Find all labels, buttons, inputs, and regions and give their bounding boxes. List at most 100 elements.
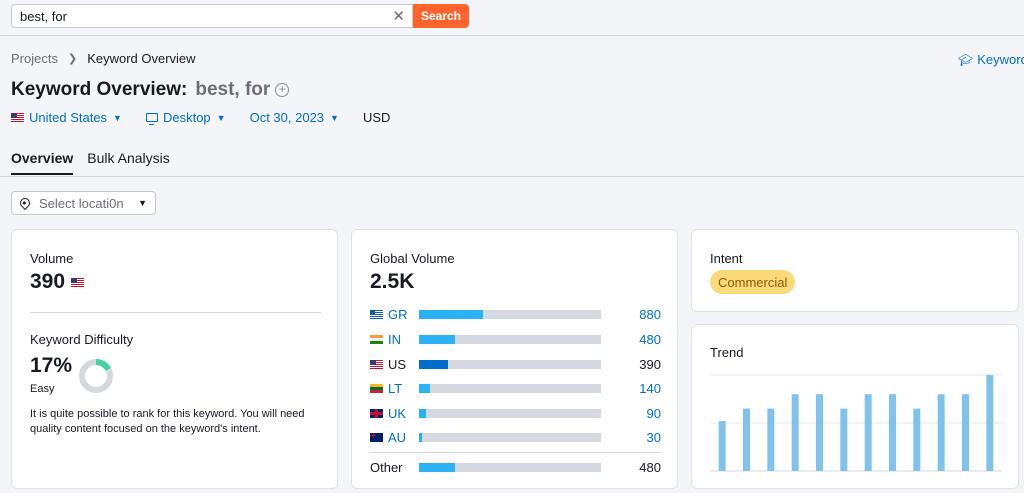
chevron-down-icon: ▼ xyxy=(216,112,226,123)
currency-label: USD xyxy=(362,110,391,125)
greece-flag-icon xyxy=(370,309,383,319)
chevron-down-icon: ▼ xyxy=(330,112,339,123)
page-title: Keyword Overview: best, for + xyxy=(11,79,290,101)
trend-bar[interactable] xyxy=(767,408,775,471)
country-bar-track xyxy=(419,408,601,418)
country-bar-track xyxy=(419,432,601,442)
trend-bar[interactable] xyxy=(864,394,872,471)
tab-overview[interactable]: Overview xyxy=(11,150,74,175)
kd-level: Easy xyxy=(30,383,55,395)
us-flag-icon xyxy=(370,359,383,369)
other-divider xyxy=(370,452,661,453)
country-bar-fill xyxy=(419,408,427,418)
country-bar-track xyxy=(419,383,601,393)
trend-card: Trend xyxy=(691,324,1019,489)
country-bar-track xyxy=(419,334,601,344)
academy-link-label: Keyword xyxy=(977,52,1024,67)
tabs-divider xyxy=(0,176,1024,177)
country-row-in: IN 480 xyxy=(370,331,661,347)
country-dropdown-label: United States xyxy=(29,110,108,125)
country-code[interactable]: IN xyxy=(388,332,418,347)
trend-bar[interactable] xyxy=(986,375,994,471)
country-bar-fill xyxy=(419,334,456,344)
country-bar-track xyxy=(419,309,601,319)
trend-chart xyxy=(710,374,1002,472)
breadcrumb-current: Keyword Overview xyxy=(87,51,196,66)
trend-bar[interactable] xyxy=(962,394,969,471)
page-title-label: Keyword Overview: xyxy=(11,79,188,100)
breadcrumb-projects[interactable]: Projects xyxy=(11,51,58,66)
country-volume[interactable]: 90 xyxy=(647,406,661,421)
country-code[interactable]: GR xyxy=(388,307,418,322)
trend-bar[interactable] xyxy=(791,394,799,471)
chevron-right-icon: ❯ xyxy=(67,53,78,65)
trend-bar[interactable] xyxy=(913,408,921,471)
country-volume: 390 xyxy=(639,356,661,372)
other-volume: 480 xyxy=(639,459,661,475)
australia-flag-icon xyxy=(370,432,383,442)
trend-bar[interactable] xyxy=(840,408,848,471)
date-dropdown[interactable]: Oct 30, 2023 ▼ xyxy=(250,110,339,125)
intent-badge: Commercial xyxy=(710,270,796,294)
india-flag-icon xyxy=(370,334,383,344)
uk-flag-icon xyxy=(370,408,383,418)
page-title-keyword: best, for xyxy=(195,79,271,100)
country-code[interactable]: LT xyxy=(388,381,418,396)
tab-bulk-analysis[interactable]: Bulk Analysis xyxy=(87,150,169,175)
trend-bar[interactable] xyxy=(718,421,726,471)
country-volume[interactable]: 30 xyxy=(647,430,661,445)
location-select[interactable]: Select locati0n ▼ xyxy=(11,191,156,215)
kd-description: It is quite possible to rank for this ke… xyxy=(30,408,305,435)
search-button[interactable]: Search xyxy=(413,4,469,28)
country-code[interactable]: AU xyxy=(388,430,418,445)
trend-label: Trend xyxy=(710,345,744,360)
add-to-list-icon[interactable]: + xyxy=(275,83,290,97)
country-row-uk: UK 90 xyxy=(370,405,661,421)
country-bar-fill xyxy=(419,432,422,442)
kd-donut-chart xyxy=(79,359,113,393)
country-bar-track xyxy=(419,359,601,369)
search-input[interactable] xyxy=(20,8,380,24)
volume-divider xyxy=(30,312,321,313)
volume-card: Volume 390 Keyword Difficulty 17% Easy I… xyxy=(11,229,338,489)
us-flag-icon xyxy=(71,277,85,287)
global-volume-label: Global Volume xyxy=(370,251,455,266)
global-volume-value: 2.5K xyxy=(370,270,415,293)
volume-label: Volume xyxy=(30,251,74,266)
country-volume[interactable]: 480 xyxy=(639,332,661,347)
us-flag-icon xyxy=(11,113,24,122)
academy-link[interactable]: 🎓︎ Keyword xyxy=(958,52,1024,67)
country-bar-fill xyxy=(419,309,483,319)
desktop-icon xyxy=(145,113,158,125)
search-input-wrap: ✕ xyxy=(11,4,413,28)
country-row-gr: GR 880 xyxy=(370,306,661,322)
country-bar-track xyxy=(419,462,601,472)
close-icon[interactable]: ✕ xyxy=(392,7,405,25)
device-dropdown[interactable]: Desktop ▼ xyxy=(145,110,226,125)
intent-card: Intent Commercial xyxy=(691,229,1019,312)
location-select-placeholder: Select locati0n xyxy=(39,195,124,211)
kd-label: Keyword Difficulty xyxy=(30,332,134,347)
country-volume[interactable]: 140 xyxy=(639,381,661,396)
date-dropdown-label: Oct 30, 2023 xyxy=(249,110,325,125)
filters-bar: United States ▼ Desktop ▼ Oct 30, 2023 ▼… xyxy=(11,110,390,125)
search-bar: ✕ Search xyxy=(0,0,1024,36)
country-row-au: AU 30 xyxy=(370,429,661,445)
lithuania-flag-icon xyxy=(370,383,383,393)
tabs: Overview Bulk Analysis xyxy=(11,150,184,175)
country-dropdown[interactable]: United States ▼ xyxy=(11,110,122,125)
volume-value-row: 390 xyxy=(30,270,89,294)
other-label: Other xyxy=(370,459,403,475)
trend-bar[interactable] xyxy=(889,394,896,471)
location-pin-icon xyxy=(17,195,33,211)
country-row-other: Other 480 xyxy=(370,459,661,475)
country-row-us: US 390 xyxy=(370,356,661,372)
chevron-down-icon: ▼ xyxy=(138,198,147,208)
country-volume[interactable]: 880 xyxy=(639,307,661,322)
trend-bar[interactable] xyxy=(816,394,823,471)
trend-bar[interactable] xyxy=(937,394,945,471)
trend-bar[interactable] xyxy=(743,408,750,471)
country-bar-fill xyxy=(419,383,430,393)
country-code[interactable]: UK xyxy=(388,406,418,421)
intent-label: Intent xyxy=(710,251,743,266)
